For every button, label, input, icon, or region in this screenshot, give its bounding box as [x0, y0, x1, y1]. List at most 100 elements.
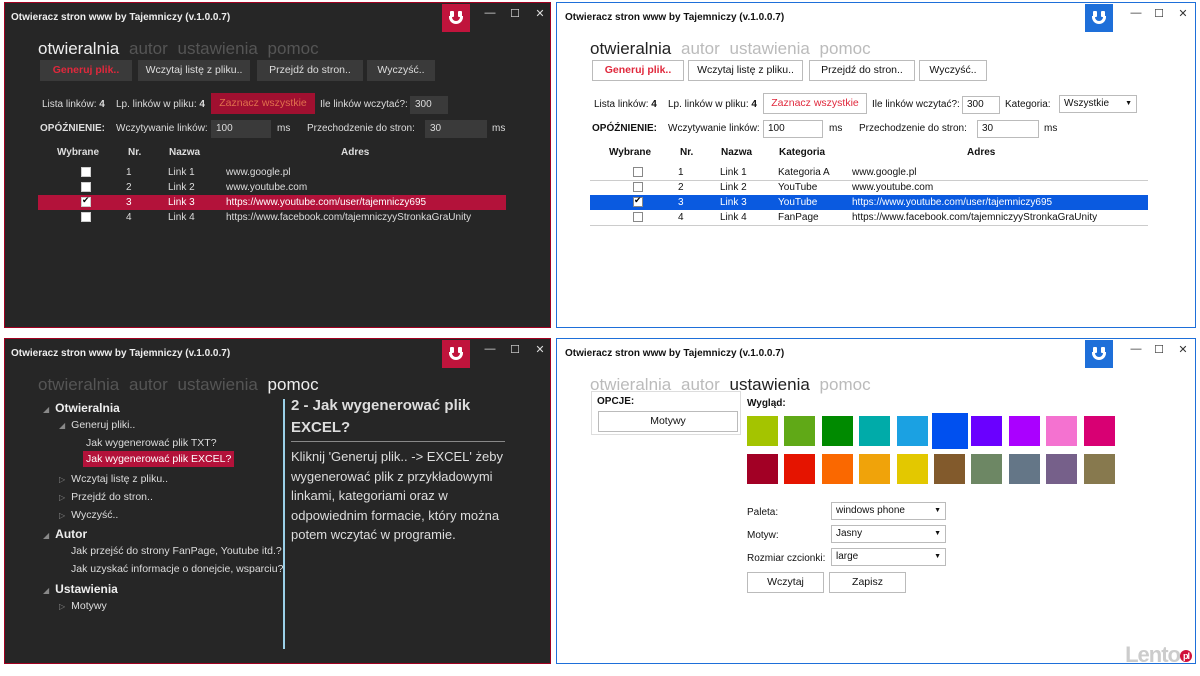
- color-swatch[interactable]: [821, 454, 853, 484]
- table-row-selected[interactable]: 3 Link 3 https://www.youtube.com/user/ta…: [38, 195, 506, 210]
- title-bar[interactable]: Otwieracz stron www by Tajemniczy (v.1.0…: [5, 3, 550, 33]
- maximize-button[interactable]: ☐: [507, 7, 523, 20]
- tree-node-fanpage[interactable]: Jak przejść do strony FanPage, Youtube i…: [71, 545, 282, 557]
- clear-button[interactable]: Wyczyść..: [919, 60, 987, 81]
- theme-select[interactable]: Jasny ▼: [831, 525, 946, 543]
- load-count-input[interactable]: 300: [962, 96, 1000, 114]
- color-swatch[interactable]: [971, 454, 1003, 484]
- load-list-button[interactable]: Wczytaj listę z pliku..: [138, 60, 250, 81]
- table-row[interactable]: 1 Link 1 www.google.pl: [38, 165, 506, 180]
- col-header-address[interactable]: Adres: [967, 147, 995, 158]
- table-row[interactable]: 4 Link 4 https://www.facebook.com/tajemn…: [38, 210, 506, 225]
- col-header-selected[interactable]: Wybrane: [609, 147, 651, 158]
- color-swatch[interactable]: [784, 454, 816, 484]
- load-count-input[interactable]: 300: [410, 96, 448, 114]
- color-swatch[interactable]: [821, 416, 853, 446]
- close-button[interactable]: ✕: [1175, 7, 1191, 20]
- color-swatch[interactable]: [896, 416, 928, 446]
- row-checkbox[interactable]: [633, 195, 643, 207]
- goto-pages-button[interactable]: Przejdź do stron..: [809, 60, 915, 81]
- tab-otwieralnia[interactable]: otwieralnia: [590, 39, 671, 58]
- select-all-button[interactable]: Zaznacz wszystkie: [763, 93, 867, 114]
- color-swatch[interactable]: [1008, 416, 1040, 446]
- color-swatch[interactable]: [1083, 454, 1115, 484]
- loading-delay-input[interactable]: 100: [763, 120, 823, 138]
- clear-button[interactable]: Wyczyść..: [367, 60, 435, 81]
- minimize-button[interactable]: —: [1128, 7, 1144, 19]
- tab-pomoc[interactable]: pomoc: [820, 375, 871, 394]
- color-swatch[interactable]: [747, 416, 778, 446]
- col-header-name[interactable]: Nazwa: [169, 147, 200, 158]
- maximize-button[interactable]: ☐: [1151, 7, 1167, 20]
- row-checkbox[interactable]: [81, 167, 91, 177]
- tree-node-autor[interactable]: ◢ Autor: [43, 527, 87, 541]
- tab-ustawienia[interactable]: ustawienia: [177, 375, 257, 394]
- load-settings-button[interactable]: Wczytaj: [747, 572, 824, 593]
- tree-node-how-txt[interactable]: Jak wygenerować plik TXT?: [86, 437, 217, 449]
- generate-button[interactable]: Generuj plik..: [40, 60, 132, 81]
- tree-node-load[interactable]: ▷ Wczytaj listę z pliku..: [59, 473, 168, 485]
- tree-node-otwieralnia[interactable]: ◢ Otwieralnia: [43, 401, 120, 415]
- themes-button[interactable]: Motywy: [598, 411, 738, 432]
- color-swatch[interactable]: [932, 413, 968, 449]
- tree-node-motywy[interactable]: ▷ Motywy: [59, 600, 107, 612]
- tab-autor[interactable]: autor: [129, 375, 168, 394]
- tree-node-how-excel[interactable]: Jak wygenerować plik EXCEL?: [83, 451, 235, 467]
- loading-delay-input[interactable]: 100: [211, 120, 271, 138]
- color-swatch[interactable]: [1008, 454, 1040, 484]
- load-list-button[interactable]: Wczytaj listę z pliku..: [688, 60, 803, 81]
- maximize-button[interactable]: ☐: [1151, 343, 1167, 356]
- col-header-address[interactable]: Adres: [341, 147, 369, 158]
- tab-otwieralnia[interactable]: otwieralnia: [38, 39, 119, 58]
- goto-delay-input[interactable]: 30: [425, 120, 487, 138]
- table-row[interactable]: 2 Link 2 www.youtube.com: [38, 180, 506, 195]
- minimize-button[interactable]: —: [1128, 343, 1144, 355]
- col-header-category[interactable]: Kategoria: [779, 147, 825, 158]
- color-swatch[interactable]: [859, 416, 891, 446]
- col-header-selected[interactable]: Wybrane: [57, 147, 99, 158]
- save-settings-button[interactable]: Zapisz: [829, 572, 906, 593]
- color-swatch[interactable]: [934, 454, 965, 484]
- row-checkbox[interactable]: [633, 212, 643, 222]
- tab-pomoc[interactable]: pomoc: [268, 375, 319, 394]
- col-header-name[interactable]: Nazwa: [721, 147, 752, 158]
- tree-node-goto[interactable]: ▷ Przejdź do stron..: [59, 491, 153, 503]
- tab-otwieralnia[interactable]: otwieralnia: [38, 375, 119, 394]
- col-header-nr[interactable]: Nr.: [128, 147, 141, 158]
- goto-pages-button[interactable]: Przejdź do stron..: [257, 60, 363, 81]
- minimize-button[interactable]: —: [482, 343, 498, 355]
- palette-select[interactable]: windows phone ▼: [831, 502, 946, 520]
- tab-pomoc[interactable]: pomoc: [820, 39, 871, 58]
- title-bar[interactable]: Otwieracz stron www by Tajemniczy (v.1.0…: [557, 3, 1195, 33]
- col-header-nr[interactable]: Nr.: [680, 147, 693, 158]
- close-button[interactable]: ✕: [532, 7, 548, 20]
- close-button[interactable]: ✕: [532, 343, 548, 356]
- color-swatch[interactable]: [896, 454, 928, 484]
- close-button[interactable]: ✕: [1175, 343, 1191, 356]
- title-bar[interactable]: Otwieracz stron www by Tajemniczy (v.1.0…: [5, 339, 550, 369]
- font-size-select[interactable]: large ▼: [831, 548, 946, 566]
- maximize-button[interactable]: ☐: [507, 343, 523, 356]
- color-swatch[interactable]: [1046, 454, 1078, 484]
- category-select[interactable]: Wszystkie ▼: [1059, 95, 1137, 113]
- tab-ustawienia[interactable]: ustawienia: [177, 39, 257, 58]
- table-row[interactable]: 2 Link 2 YouTube www.youtube.com: [590, 180, 1148, 195]
- row-checkbox[interactable]: [81, 195, 91, 207]
- tree-node-donate[interactable]: Jak uzyskać informacje o donejcie, wspar…: [71, 563, 283, 575]
- generate-button[interactable]: Generuj plik..: [592, 60, 684, 81]
- color-swatch[interactable]: [1083, 416, 1115, 446]
- row-checkbox[interactable]: [633, 182, 643, 192]
- row-checkbox[interactable]: [81, 182, 91, 192]
- minimize-button[interactable]: —: [482, 7, 498, 19]
- row-checkbox[interactable]: [633, 167, 643, 177]
- tree-node-clear[interactable]: ▷ Wyczyść..: [59, 509, 118, 521]
- color-swatch[interactable]: [784, 416, 816, 446]
- tab-autor[interactable]: autor: [129, 39, 168, 58]
- color-swatch[interactable]: [1046, 416, 1078, 446]
- table-row-selected[interactable]: 3 Link 3 YouTube https://www.youtube.com…: [590, 195, 1148, 210]
- tab-ustawienia[interactable]: ustawienia: [729, 39, 809, 58]
- table-row[interactable]: 4 Link 4 FanPage https://www.facebook.co…: [590, 210, 1148, 225]
- tab-ustawienia[interactable]: ustawienia: [729, 375, 809, 394]
- tree-node-ustawienia[interactable]: ◢ Ustawienia: [43, 582, 118, 596]
- goto-delay-input[interactable]: 30: [977, 120, 1039, 138]
